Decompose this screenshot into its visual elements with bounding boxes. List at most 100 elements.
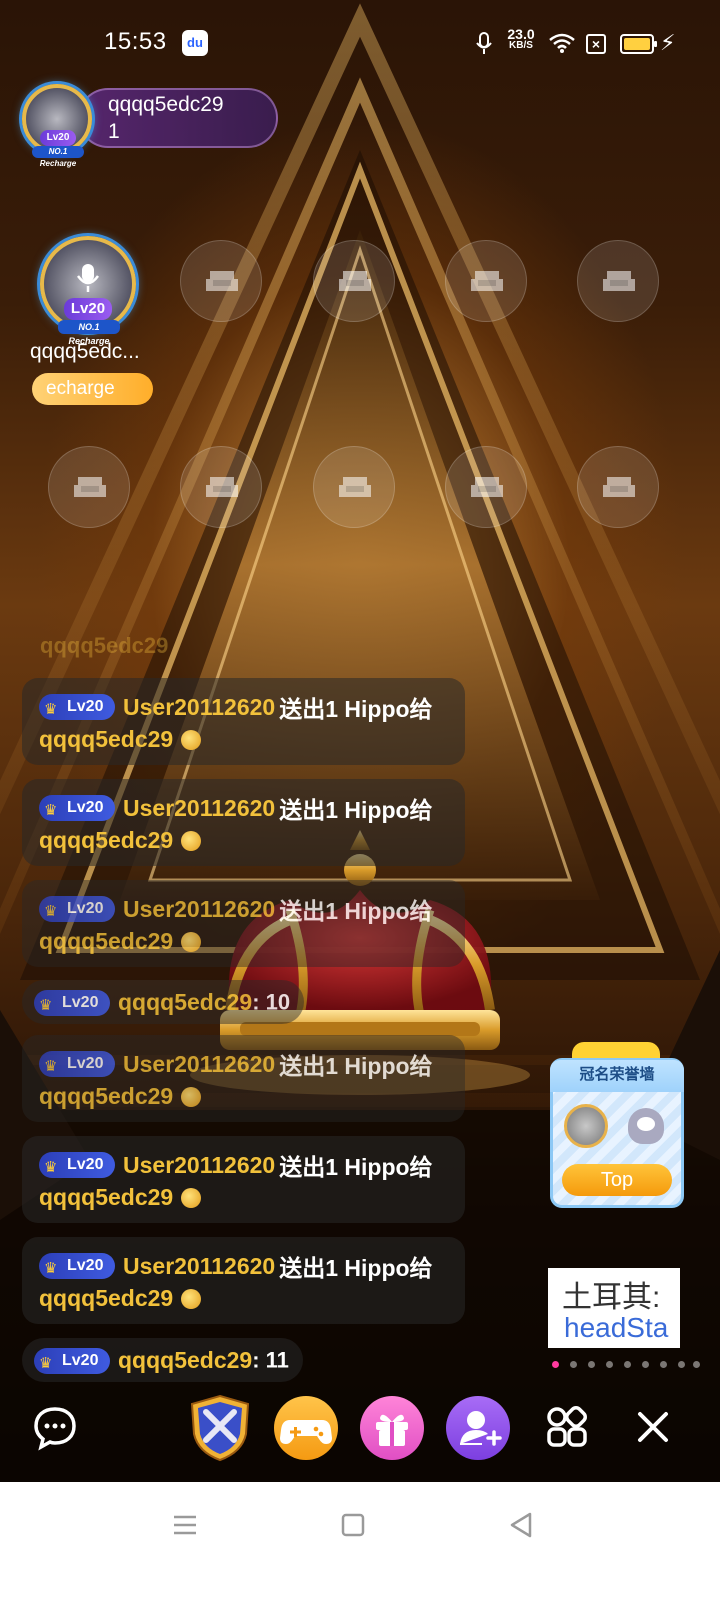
chat-message-short[interactable]: ♛ Lv20 qqqq5edc29: 10 [22, 980, 305, 1024]
chat-message[interactable]: ♛ Lv20 User20112620 送出1 Hippo给 qqqq5edc29 [22, 1136, 465, 1223]
crown-icon: ♛ [39, 1354, 53, 1372]
network-speed-value: 23.0 [507, 26, 535, 42]
receiver-name[interactable]: qqqq5edc29 [39, 1184, 173, 1210]
empty-seat[interactable] [313, 240, 395, 322]
crown-icon: ♛ [44, 1260, 58, 1277]
level-badge: ♛ Lv20 [39, 1152, 115, 1178]
sofa-seat-icon [603, 271, 635, 291]
gift-button[interactable] [360, 1396, 424, 1460]
close-room-button[interactable] [628, 1402, 678, 1452]
chat-message[interactable]: ♛ Lv20 User20112620 送出1 Hippo给 qqqq5edc29 [22, 1237, 465, 1324]
level-badge: ♛ Lv20 [39, 1253, 115, 1279]
owner-level-badge: Lv20 [64, 298, 112, 320]
crown-icon: ♛ [44, 701, 58, 718]
menu-icon[interactable] [170, 1510, 200, 1540]
receiver-name[interactable]: qqqq5edc29 [39, 928, 173, 954]
sender-name[interactable]: User20112620 [123, 1253, 275, 1279]
grid-menu-icon [547, 1406, 587, 1447]
add-user-icon [460, 1411, 502, 1446]
hippo-gift-icon [181, 1086, 202, 1107]
level-text: Lv20 [67, 1055, 104, 1072]
honor-top-button[interactable]: Top [562, 1164, 672, 1196]
chat-message[interactable]: ♛ Lv20 User20112620 送出1 Hippo给 qqqq5edc29 [22, 779, 465, 866]
sender-name[interactable]: User20112620 [123, 896, 275, 922]
carousel-dot [570, 1361, 577, 1368]
game-button[interactable] [274, 1396, 338, 1460]
chat-message[interactable]: ♛ Lv20 User20112620 送出1 Hippo给 qqqq5edc29 [22, 678, 465, 765]
back-icon[interactable] [506, 1510, 536, 1540]
honor-wall-widget[interactable]: 冠名荣誉墙 Top [550, 1042, 684, 1208]
sofa-seat-icon [339, 477, 371, 497]
empty-seat[interactable] [445, 446, 527, 528]
status-time: 15:53 [104, 28, 167, 55]
level-text: Lv20 [67, 1156, 104, 1173]
sender-name[interactable]: User20112620 [123, 1051, 275, 1077]
carousel-dot [642, 1361, 649, 1368]
empty-seat[interactable] [180, 446, 262, 528]
sofa-seat-icon [471, 271, 503, 291]
crown-icon: ♛ [44, 1159, 58, 1176]
honor-avatar [564, 1104, 608, 1148]
banner-line-2: headSta [564, 1312, 669, 1343]
pk-button[interactable] [188, 1394, 252, 1462]
carousel-dot [693, 1361, 700, 1368]
receiver-name[interactable]: qqqq5edc29 [39, 726, 173, 752]
empty-seat[interactable] [48, 446, 130, 528]
ghost-placeholder-icon [628, 1108, 664, 1144]
home-icon[interactable] [338, 1510, 368, 1540]
sender-name[interactable]: User20112620 [123, 795, 275, 821]
empty-seat[interactable] [313, 446, 395, 528]
more-menu-button[interactable] [540, 1400, 594, 1454]
sender-name[interactable]: qqqq5edc29 [118, 989, 252, 1015]
host-info[interactable]: Lv20 NO.1 Recharge qqqq5edc29 1 [18, 78, 278, 168]
hippo-gift-icon [181, 830, 202, 851]
crown-icon: ♛ [44, 1058, 58, 1075]
empty-seat[interactable] [577, 446, 659, 528]
empty-seat[interactable] [577, 240, 659, 322]
crown-icon: ♛ [44, 903, 58, 920]
host-level-badge: Lv20 [40, 130, 76, 146]
carousel-dot [678, 1361, 685, 1368]
battery-icon [620, 34, 657, 54]
receiver-name[interactable]: qqqq5edc29 [39, 827, 173, 853]
invite-user-button[interactable] [446, 1396, 510, 1460]
banner-line-1: 土耳其: [562, 1281, 661, 1314]
chat-message[interactable]: ♛ Lv20 User20112620 送出1 Hippo给 qqqq5edc29 [22, 1035, 465, 1122]
hippo-gift-icon [181, 1288, 202, 1309]
chat-message-short[interactable]: ♛ Lv20 qqqq5edc29: 11 [22, 1338, 303, 1382]
baidu-app-icon: du [182, 30, 208, 56]
level-text: Lv20 [67, 698, 104, 715]
level-badge: ♛ Lv20 [39, 896, 115, 922]
sender-name[interactable]: User20112620 [123, 1152, 275, 1178]
charging-icon: ⚡ [660, 30, 676, 55]
crown-icon: ♛ [44, 802, 58, 819]
receiver-name[interactable]: qqqq5edc29 [39, 1285, 173, 1311]
gift-action: 送出1 Hippo给 [279, 1255, 433, 1281]
owner-recharge-badge: NO.1 Recharge [58, 320, 120, 346]
gift-action: 送出1 Hippo给 [279, 1154, 433, 1180]
promo-banner[interactable]: 土耳其: headSta [548, 1268, 680, 1348]
sofa-seat-icon [603, 477, 635, 497]
microphone-icon [76, 264, 100, 292]
level-text: Lv20 [67, 1257, 104, 1274]
sender-name[interactable]: qqqq5edc29 [118, 1347, 252, 1373]
wifi-icon [549, 33, 575, 53]
empty-seat[interactable] [445, 240, 527, 322]
sender-name[interactable]: User20112620 [123, 694, 275, 720]
empty-seat[interactable] [180, 240, 262, 322]
live-room-screen: 15:53 du 23.0 KB/S × ⚡ Lv20 NO.1 Recharg… [0, 0, 720, 1512]
receiver-name[interactable]: qqqq5edc29 [39, 1083, 173, 1109]
carousel-dots [552, 1361, 702, 1371]
gift-action: 送出1 Hippo给 [279, 696, 433, 722]
chat-button[interactable] [28, 1400, 82, 1454]
carousel-dot [606, 1361, 613, 1368]
status-bar: 15:53 du 23.0 KB/S × ⚡ [0, 0, 720, 88]
sofa-seat-icon [471, 477, 503, 497]
hippo-gift-icon [181, 1187, 202, 1208]
owner-name: qqqq5edc... [30, 340, 140, 363]
chat-text: : 10 [252, 989, 291, 1015]
gift-action: 送出1 Hippo给 [279, 898, 433, 924]
carousel-dot-active [552, 1361, 559, 1368]
hippo-gift-icon [181, 729, 202, 750]
chat-message[interactable]: ♛ Lv20 User20112620 送出1 Hippo给 qqqq5edc29 [22, 880, 465, 967]
